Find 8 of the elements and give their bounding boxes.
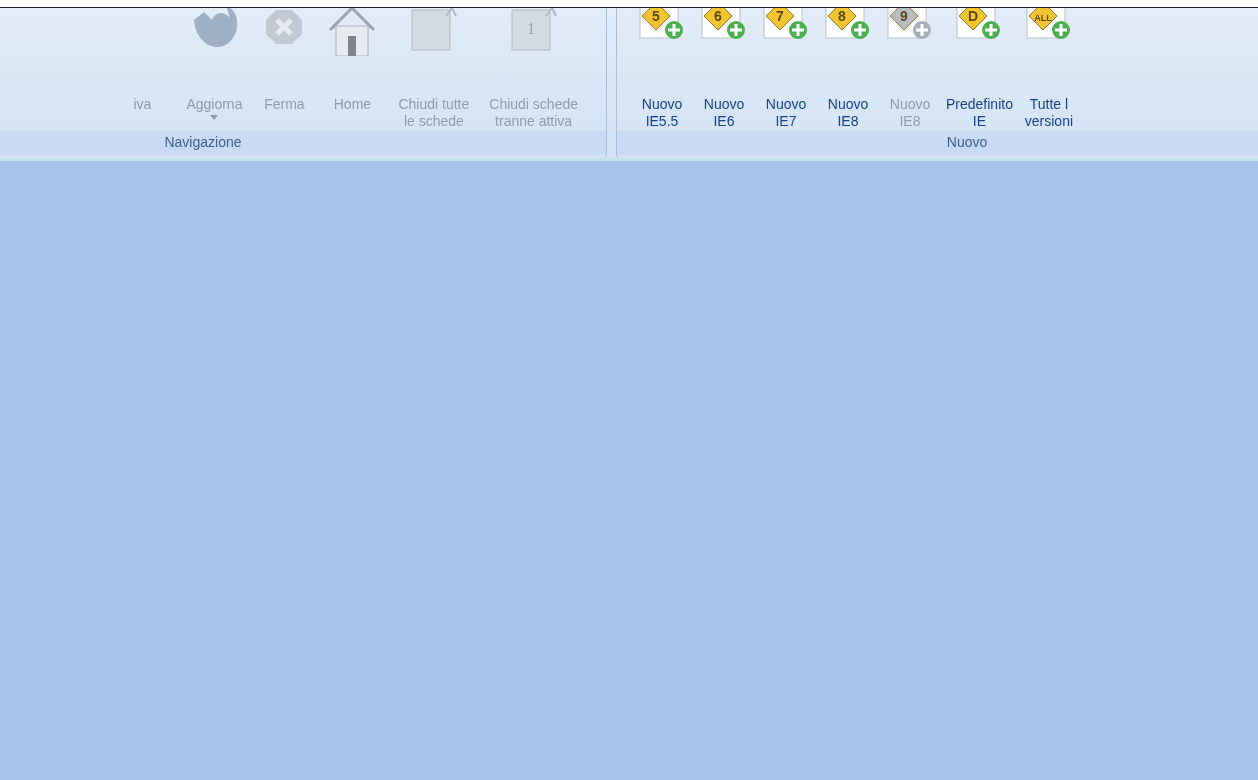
ribbon-button[interactable]: 6 Nuovo IE6 (693, 8, 755, 131)
ribbon-button[interactable]: D Predefinito IE (941, 8, 1018, 131)
ribbon-button[interactable]: 7 Nuovo IE7 (755, 8, 817, 131)
group-label: Navigazione (0, 131, 606, 155)
group-label: Nuovo (617, 131, 1258, 155)
ribbon-button[interactable]: 8 Nuovo IE8 (817, 8, 879, 131)
ribbon-button[interactable]: 5 Nuovo IE5.5 (631, 8, 693, 131)
ribbon-button[interactable]: ALL Tutte l versioni (1017, 8, 1080, 131)
